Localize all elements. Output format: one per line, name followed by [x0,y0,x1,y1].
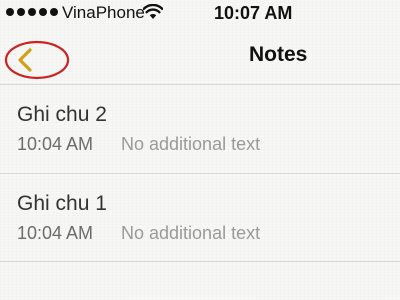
note-row[interactable]: Ghi chu 2 10:04 AM No additional text [0,84,400,173]
signal-dot [28,8,36,16]
signal-strength-icon [6,8,58,16]
nav-bar: Notes [0,32,400,84]
note-title: Ghi chu 2 [17,103,107,126]
signal-dot [17,8,25,16]
highlight-circle-annotation [4,40,70,80]
note-preview: No additional text [121,223,261,243]
status-time: 10:07 AM [214,3,293,23]
signal-dot [39,8,47,16]
status-bar: VinaPhone 10:07 AM [0,0,400,32]
signal-dot [50,8,58,16]
wifi-icon [143,4,163,19]
notes-screen: VinaPhone 10:07 AM Notes Ghi chu 2 10:04… [0,0,400,300]
chevron-left-icon [18,48,32,72]
note-list: Ghi chu 2 10:04 AM No additional text Gh… [0,84,400,262]
signal-dot [6,8,14,16]
back-button[interactable] [4,40,70,80]
carrier-name: VinaPhone [62,3,145,22]
page-title: Notes [249,43,308,66]
note-time: 10:04 AM [17,223,94,243]
note-preview: No additional text [121,134,261,154]
note-time: 10:04 AM [17,134,94,154]
note-row[interactable]: Ghi chu 1 10:04 AM No additional text [0,173,400,262]
note-title: Ghi chu 1 [17,192,107,215]
